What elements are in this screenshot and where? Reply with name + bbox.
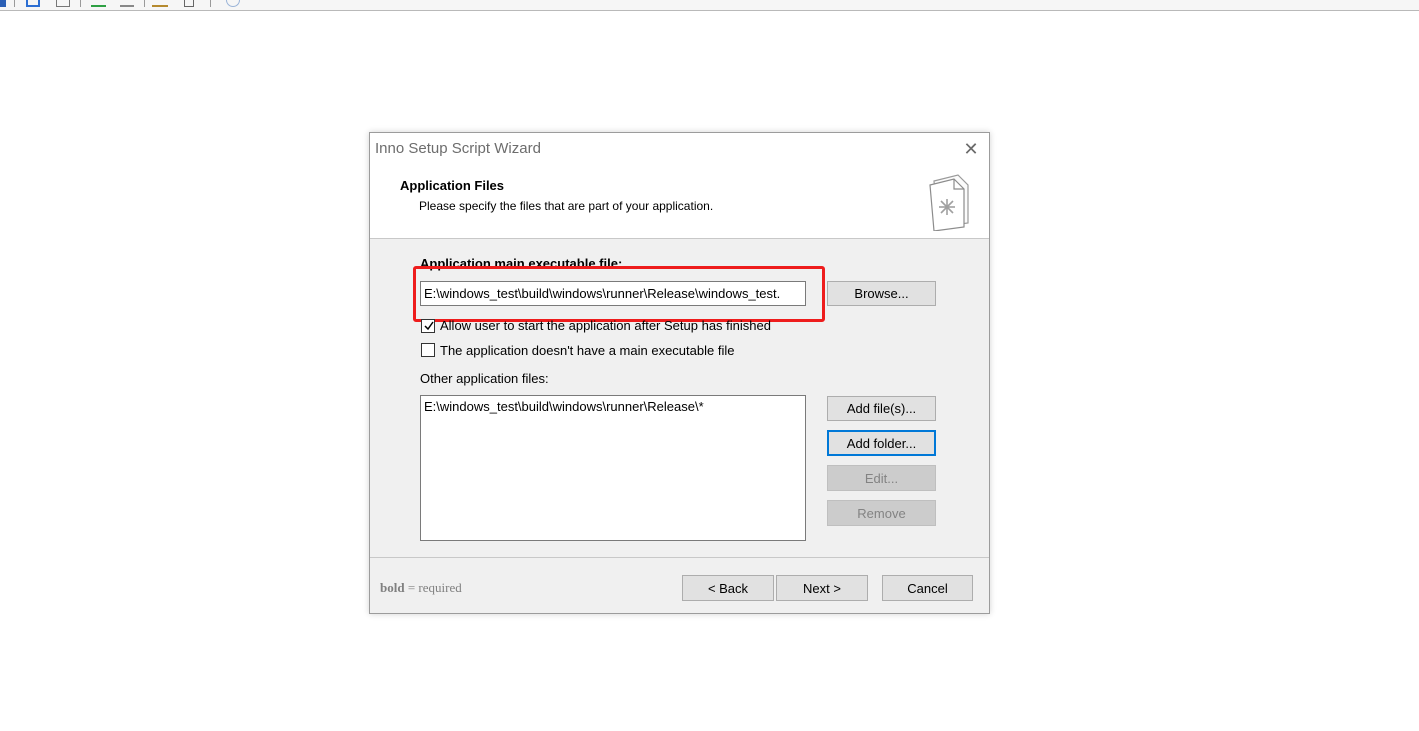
add-files-button[interactable]: Add file(s)...: [827, 396, 936, 421]
toolbar-separator: [144, 0, 145, 7]
page-description: Please specify the files that are part o…: [419, 199, 714, 213]
compile-icon[interactable]: [91, 0, 106, 7]
back-button[interactable]: < Back: [682, 575, 774, 601]
no-main-exe-label[interactable]: The application doesn't have a main exec…: [440, 343, 734, 358]
required-hint-bold: bold: [380, 580, 405, 595]
save-icon[interactable]: [26, 0, 40, 7]
stop-icon[interactable]: [184, 0, 194, 7]
cancel-button[interactable]: Cancel: [882, 575, 973, 601]
checkmark-icon: [424, 321, 434, 331]
main-exe-label: Application main executable file:: [420, 256, 623, 271]
other-files-list[interactable]: E:\windows_test\build\windows\runner\Rel…: [420, 395, 806, 541]
toolbar-separator: [210, 0, 211, 7]
document-icon[interactable]: [56, 0, 70, 7]
allow-start-label[interactable]: Allow user to start the application afte…: [440, 318, 771, 333]
list-item[interactable]: E:\windows_test\build\windows\runner\Rel…: [424, 399, 704, 414]
dialog-title: Inno Setup Script Wizard: [375, 140, 541, 157]
no-main-exe-checkbox[interactable]: [421, 343, 435, 357]
dialog-header: Inno Setup Script Wizard ✕ Application F…: [370, 133, 989, 239]
toolbar-icon[interactable]: [0, 0, 6, 7]
footer-divider: [370, 557, 989, 558]
wizard-page-icon: [929, 174, 969, 231]
toolbar-separator: [80, 0, 81, 7]
main-exe-field[interactable]: E:\windows_test\build\windows\runner\Rel…: [420, 281, 806, 306]
edit-button[interactable]: Edit...: [827, 465, 936, 491]
help-icon[interactable]: [226, 0, 240, 7]
close-icon[interactable]: ✕: [958, 137, 984, 161]
run-icon[interactable]: [152, 0, 168, 7]
list-icon[interactable]: [120, 0, 134, 7]
add-folder-button[interactable]: Add folder...: [827, 430, 936, 456]
other-files-label: Other application files:: [420, 371, 549, 386]
browse-button[interactable]: Browse...: [827, 281, 936, 306]
remove-button[interactable]: Remove: [827, 500, 936, 526]
toolbar-strip: [0, 0, 1419, 11]
required-hint: bold = required: [380, 580, 462, 596]
toolbar-separator: [14, 0, 15, 7]
allow-start-checkbox[interactable]: [421, 319, 435, 333]
page-title: Application Files: [400, 178, 505, 193]
next-button[interactable]: Next >: [776, 575, 868, 601]
required-hint-text: = required: [404, 580, 462, 595]
